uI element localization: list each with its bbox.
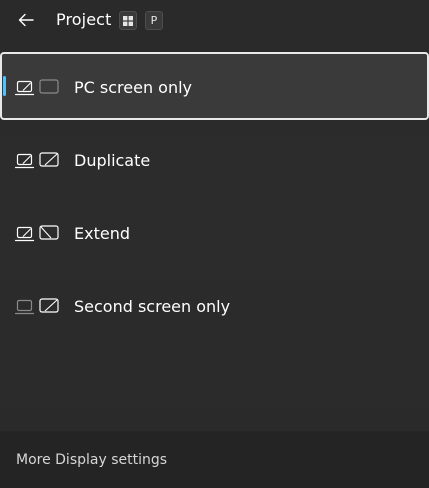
flyout-footer: More Display settings — [0, 431, 429, 488]
duplicate-icon — [15, 152, 59, 169]
flyout-title: Project — [56, 10, 112, 29]
second-screen-only-icon — [15, 298, 59, 315]
more-display-settings-link[interactable]: More Display settings — [16, 452, 167, 468]
option-label: Second screen only — [74, 297, 231, 316]
windows-logo-icon — [123, 15, 133, 26]
option-duplicate[interactable]: Duplicate — [0, 125, 429, 198]
option-label: Duplicate — [74, 151, 151, 170]
pc-screen-only-icon — [15, 79, 59, 96]
back-arrow-icon — [18, 13, 34, 27]
option-label: Extend — [74, 224, 130, 243]
option-label: PC screen only — [74, 78, 193, 97]
back-button[interactable] — [12, 6, 40, 34]
project-flyout: Project P PC screen only Duplicate Exten… — [0, 0, 429, 488]
projection-options-list: PC screen only Duplicate Extend Second s… — [0, 52, 429, 344]
p-key-badge: P — [145, 11, 163, 30]
extend-icon — [15, 225, 59, 242]
option-extend[interactable]: Extend — [0, 198, 429, 271]
option-second-screen-only[interactable]: Second screen only — [0, 271, 429, 344]
option-pc-screen-only[interactable]: PC screen only — [0, 52, 429, 120]
flyout-header: Project P — [0, 0, 429, 44]
selection-indicator — [3, 76, 6, 96]
windows-key-badge — [119, 11, 137, 30]
